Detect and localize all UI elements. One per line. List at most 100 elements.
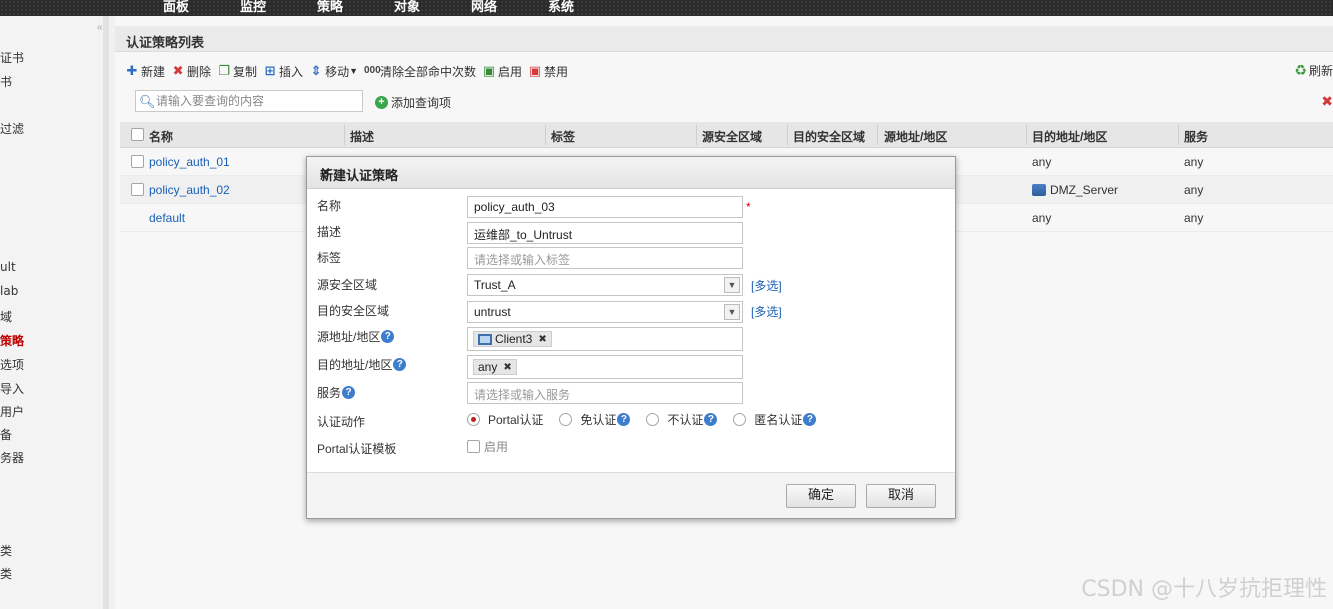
column-header[interactable]: 名称 (149, 128, 173, 145)
sidebar-item[interactable]: 过滤 (0, 120, 24, 137)
sidebar-item[interactable]: lab (0, 284, 18, 298)
select-all-checkbox[interactable] (131, 128, 144, 141)
search-icon: 🔍︎ (139, 94, 156, 109)
help-icon[interactable]: ? (617, 413, 631, 426)
column-header[interactable]: 服务 (1184, 128, 1208, 145)
add-query-label: 添加查询项 (391, 96, 452, 110)
refresh-button[interactable]: ♻ 刷新 (1294, 62, 1333, 79)
sidebar-item[interactable]: 证书 (0, 49, 24, 66)
radio-indicator (467, 413, 480, 426)
help-icon[interactable]: ? (704, 413, 718, 426)
clear-search-icon[interactable]: ✖ (1321, 93, 1333, 110)
help-icon[interactable]: ? (393, 358, 407, 371)
row-checkbox[interactable] (131, 183, 144, 196)
sidebar-item[interactable]: 用户 (0, 403, 24, 420)
enable-icon: ▣ (482, 63, 496, 78)
table-header: 名称 描述 标签 源安全区域 目的安全区域 源地址/地区 目的地址/地区 服务 (120, 122, 1333, 148)
row-checkbox[interactable] (131, 155, 144, 168)
cancel-button[interactable]: 取消 (866, 484, 936, 508)
sidebar-item[interactable]: 书 (0, 73, 12, 90)
sidebar-item[interactable]: 选项 (0, 356, 24, 373)
enable-checkbox-label: 启用 (484, 440, 509, 454)
collapse-sidebar-icon[interactable]: « (97, 22, 103, 33)
sidebar-item[interactable]: 域 (0, 308, 12, 325)
dst-zone-select[interactable]: untrust ▼ (467, 301, 743, 323)
dialog-body: 名称 policy_auth_03 * 描述 运维部_to_Untrust 标签… (307, 189, 955, 473)
desc-field[interactable]: 运维部_to_Untrust (467, 222, 743, 244)
src-addr-label: 源地址/地区? (317, 328, 395, 345)
chevron-down-icon[interactable]: ▼ (724, 277, 740, 293)
sidebar-item[interactable]: 导入 (0, 380, 24, 397)
move-button[interactable]: ⇕ 移动 ▼ (309, 63, 358, 80)
chevron-down-icon[interactable]: ▼ (724, 304, 740, 320)
help-icon[interactable]: ? (803, 413, 817, 426)
name-field[interactable]: policy_auth_03 (467, 196, 743, 218)
help-icon[interactable]: ? (381, 330, 395, 343)
add-query-button[interactable]: + 添加查询项 (375, 94, 451, 111)
tag-field[interactable]: 请选择或输入标签 (467, 247, 743, 269)
new-label: 新建 (141, 64, 166, 79)
service-label: 服务? (317, 384, 356, 401)
sidebar-item[interactable]: 类 (0, 565, 12, 582)
sidebar-item[interactable]: ult (0, 260, 16, 274)
auth-action-group: Portal认证 免认证? 不认证? 匿名认证? (467, 411, 832, 428)
toolbar: ✚ 新建 ✖ 删除 ❐ 复制 ⊞ 插入 ⇕ 移动 ▼ 000 清除全部命中次数 ▣ 启用 ▣ 禁用 (125, 62, 574, 80)
copy-label: 复制 (233, 64, 258, 79)
close-icon[interactable]: × (320, 165, 939, 180)
search-input[interactable] (156, 93, 356, 109)
top-nav: 面板 监控 策略 对象 网络 系统 (0, 0, 1333, 16)
radio-anonymous[interactable]: 匿名认证? (733, 411, 817, 428)
delete-button[interactable]: ✖ 删除 (171, 63, 211, 80)
service-field[interactable]: 请选择或输入服务 (467, 382, 743, 404)
tab-policy[interactable]: 策略 (317, 0, 343, 15)
action-label: 认证动作 (317, 415, 366, 429)
tab-object[interactable]: 对象 (394, 0, 420, 15)
radio-portal[interactable]: Portal认证 (467, 411, 543, 428)
disable-button[interactable]: ▣ 禁用 (528, 63, 568, 80)
clear-hits-button[interactable]: 000 清除全部命中次数 (364, 63, 476, 80)
policy-name-link[interactable]: policy_auth_02 (149, 183, 230, 197)
column-header[interactable]: 标签 (551, 128, 575, 145)
help-icon[interactable]: ? (342, 386, 356, 399)
remove-tag-icon[interactable]: ✖ (538, 334, 546, 345)
enable-button[interactable]: ▣ 启用 (482, 63, 522, 80)
src-zone-select[interactable]: Trust_A ▼ (467, 274, 743, 296)
column-header[interactable]: 目的地址/地区 (1032, 128, 1107, 145)
insert-button[interactable]: ⊞ 插入 (263, 63, 303, 80)
move-icon: ⇕ (310, 63, 322, 78)
plus-icon: ✚ (126, 63, 138, 78)
ok-button[interactable]: 确定 (786, 484, 856, 508)
column-header[interactable]: 源安全区域 (702, 128, 762, 145)
policy-name-link[interactable]: policy_auth_01 (149, 155, 230, 169)
sidebar-item[interactable]: 类 (0, 542, 12, 559)
portal-template-enable[interactable]: 启用 (467, 438, 508, 455)
src-zone-value: Trust_A (474, 278, 516, 292)
sidebar: « 证书 书 过滤 ult lab 域 策略 选项 导入 用户 备 务器 类 类 (0, 16, 109, 609)
dst-addr-cell[interactable]: DMZ_Server (1032, 183, 1118, 197)
tab-system[interactable]: 系统 (548, 0, 574, 15)
column-divider (696, 125, 697, 145)
dst-zone-multi-select-link[interactable]: [多选] (751, 303, 782, 320)
sidebar-item[interactable]: 备 (0, 426, 12, 443)
policy-name-link[interactable]: default (149, 211, 185, 225)
column-header[interactable]: 源地址/地区 (884, 128, 947, 145)
column-header[interactable]: 描述 (350, 128, 374, 145)
sidebar-item[interactable]: 务器 (0, 449, 24, 466)
radio-exempt[interactable]: 免认证? (559, 411, 631, 428)
tab-dashboard[interactable]: 面板 (163, 0, 189, 15)
radio-indicator (646, 413, 660, 426)
radio-none-label: 不认证 (667, 413, 704, 427)
tag-label: 标签 (317, 251, 342, 265)
column-header[interactable]: 目的安全区域 (793, 128, 865, 145)
tab-network[interactable]: 网络 (471, 0, 497, 15)
page-title: 认证策略列表 (126, 35, 205, 50)
enable-checkbox[interactable] (467, 440, 480, 453)
sidebar-item-auth-policy[interactable]: 策略 (0, 332, 24, 349)
copy-button[interactable]: ❐ 复制 (217, 63, 257, 80)
new-button[interactable]: ✚ 新建 (125, 63, 165, 80)
dst-addr-tag: any ✖ (473, 359, 517, 375)
src-zone-multi-select-link[interactable]: [多选] (751, 277, 782, 294)
remove-tag-icon[interactable]: ✖ (503, 362, 511, 373)
tab-monitor[interactable]: 监控 (240, 0, 266, 15)
radio-none[interactable]: 不认证? (646, 411, 718, 428)
